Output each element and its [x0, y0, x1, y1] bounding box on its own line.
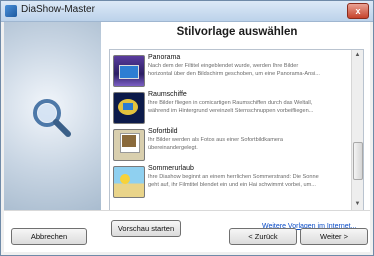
template-thumbnail-sofortbild [113, 129, 145, 161]
scrollbar-thumb[interactable] [353, 142, 363, 180]
list-item-description: Ihre Diashow beginnt an einem herrlichen… [148, 174, 348, 189]
close-button[interactable]: x [347, 3, 369, 19]
list-item-title: Sofortbild [148, 128, 178, 135]
template-thumbnail-raumschiffe [113, 92, 145, 124]
page-title: Stilvorlage auswählen [176, 26, 298, 38]
list-item[interactable]: Raumschiffe Ihre Bilder fliegen in comic… [110, 89, 350, 126]
list-item-title: Sommerurlaub [148, 165, 194, 172]
template-list[interactable]: Panorama Nach dem der Filtitel eingeblen… [109, 49, 364, 211]
app-icon [5, 5, 17, 17]
desc-line-1: Ihre Diashow beginnt an einem herrlichen… [148, 174, 319, 180]
cancel-button[interactable]: Abbrechen [11, 228, 87, 245]
scroll-up-icon[interactable]: ▲ [354, 52, 361, 59]
wizard-content: Stilvorlage auswählen Panorama Nach dem … [4, 22, 370, 252]
wizard-side-panel [4, 22, 101, 210]
list-item[interactable]: Sommerurlaub Ihre Diashow beginnt an ein… [110, 163, 350, 200]
list-item[interactable]: Sofortbild Ihr Bilder werden als Fotos a… [110, 126, 350, 163]
title-bar[interactable]: DiaShow-Master x [1, 1, 373, 22]
desc-line-2: übereinandergelegt. [148, 144, 198, 151]
divider [4, 210, 370, 211]
preview-button[interactable]: Vorschau starten [111, 220, 181, 237]
scroll-down-icon[interactable]: ▼ [354, 201, 361, 208]
desc-line-2: horizontal über den Bildschirm geschoben… [148, 70, 320, 77]
list-item-description: Ihr Bilder werden als Fotos aus einer So… [148, 137, 348, 152]
window-title: DiaShow-Master [21, 4, 95, 15]
list-item-title: Raumschiffe [148, 91, 187, 98]
list-item-description: Nach dem der Filtitel eingeblendet wurde… [148, 63, 348, 78]
desc-line-1: Ihre Bilder fliegen in comicartigen Raum… [148, 100, 313, 106]
list-item[interactable]: Panorama Nach dem der Filtitel eingeblen… [110, 52, 350, 89]
template-thumbnail-panorama [113, 55, 145, 87]
desc-line-1: Nach dem der Filtitel eingeblendet wurde… [148, 63, 299, 69]
desc-line-2: geht auf, ihr Filmtitel blendet ein und … [148, 181, 316, 188]
app-window: DiaShow-Master x Stilvorlage auswählen P… [0, 0, 374, 256]
template-thumbnail-sommerurlaub [113, 166, 145, 198]
list-item-title: Panorama [148, 54, 181, 61]
next-button[interactable]: Weiter > [300, 228, 368, 245]
desc-line-1: Ihr Bilder werden als Fotos aus einer So… [148, 137, 283, 143]
list-scrollbar[interactable]: ▲ ▼ [351, 50, 363, 210]
list-item-description: Ihre Bilder fliegen in comicartigen Raum… [148, 100, 348, 115]
magnifier-icon [33, 99, 71, 137]
back-button[interactable]: < Zurück [229, 228, 297, 245]
desc-line-2: während im Hintergrund vereinzelt Sterns… [148, 107, 314, 114]
